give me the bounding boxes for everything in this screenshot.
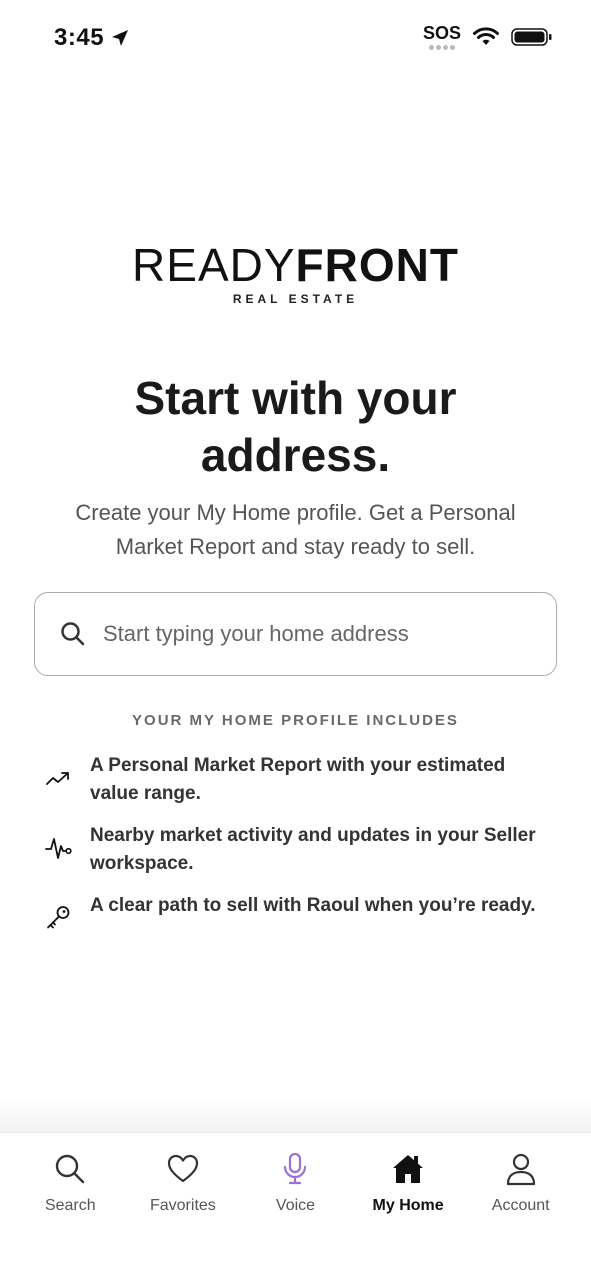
page-subtitle: Create your My Home profile. Get a Perso… <box>75 500 516 559</box>
feature-item-market-activity: Nearby market activity and updates in yo… <box>44 822 544 878</box>
logo-wordmark-bold: FRONT <box>295 239 459 291</box>
user-icon <box>506 1153 535 1186</box>
brand-logo: READYFRONT REAL ESTATE <box>0 240 591 306</box>
status-bar: 3:45 SOS <box>0 0 591 80</box>
tab-account[interactable]: Account <box>467 1151 575 1280</box>
activity-pulse-icon <box>45 838 72 859</box>
feature-item-market-report: A Personal Market Report with your estim… <box>44 752 544 808</box>
feature-text: Nearby market activity and updates in yo… <box>90 825 536 874</box>
feature-text: A Personal Market Report with your estim… <box>90 755 506 804</box>
tab-label: My Home <box>372 1197 444 1214</box>
tab-label: Favorites <box>149 1197 216 1214</box>
sos-indicator: SOS <box>423 24 461 50</box>
tab-bar-shadow <box>0 1095 591 1135</box>
search-icon <box>61 622 85 646</box>
signal-dots-icon <box>428 45 455 50</box>
logo-wordmark: READYFRONT <box>0 240 591 290</box>
tab-voice[interactable]: Voice <box>241 1151 349 1280</box>
feature-item-path-to-sell: A clear path to sell with Raoul when you… <box>44 892 544 932</box>
heart-icon <box>167 1154 198 1183</box>
logo-wordmark-light: READY <box>132 239 296 291</box>
bottom-tab-bar: Search Favorites Voice My Home Account <box>0 1132 591 1280</box>
feature-text: A clear path to sell with Raoul when you… <box>90 895 536 916</box>
key-icon <box>47 906 70 929</box>
tab-favorites[interactable]: Favorites <box>129 1151 237 1280</box>
microphone-icon <box>284 1152 307 1185</box>
tab-search[interactable]: Search <box>16 1151 124 1280</box>
status-indicators: SOS <box>423 24 553 50</box>
wifi-icon <box>473 27 499 45</box>
includes-heading: YOUR MY HOME PROFILE INCLUDES <box>132 712 459 729</box>
address-search-input[interactable] <box>103 621 523 647</box>
home-icon <box>393 1155 424 1183</box>
tab-label: Search <box>44 1197 96 1214</box>
clock-text: 3:45 <box>54 24 105 51</box>
trend-up-icon <box>46 772 69 785</box>
tab-label: Voice <box>275 1197 316 1214</box>
address-search-box[interactable] <box>34 592 557 676</box>
location-arrow-icon <box>112 30 129 46</box>
search-icon <box>56 1154 85 1184</box>
page-title: Start with your address. <box>134 372 457 481</box>
battery-icon <box>511 28 552 46</box>
tab-label: Account <box>491 1197 550 1214</box>
logo-subtitle: REAL ESTATE <box>232 292 359 306</box>
sos-text: SOS <box>422 23 461 43</box>
tab-my-home[interactable]: My Home <box>354 1151 462 1280</box>
status-time: 3:45 <box>54 24 130 52</box>
